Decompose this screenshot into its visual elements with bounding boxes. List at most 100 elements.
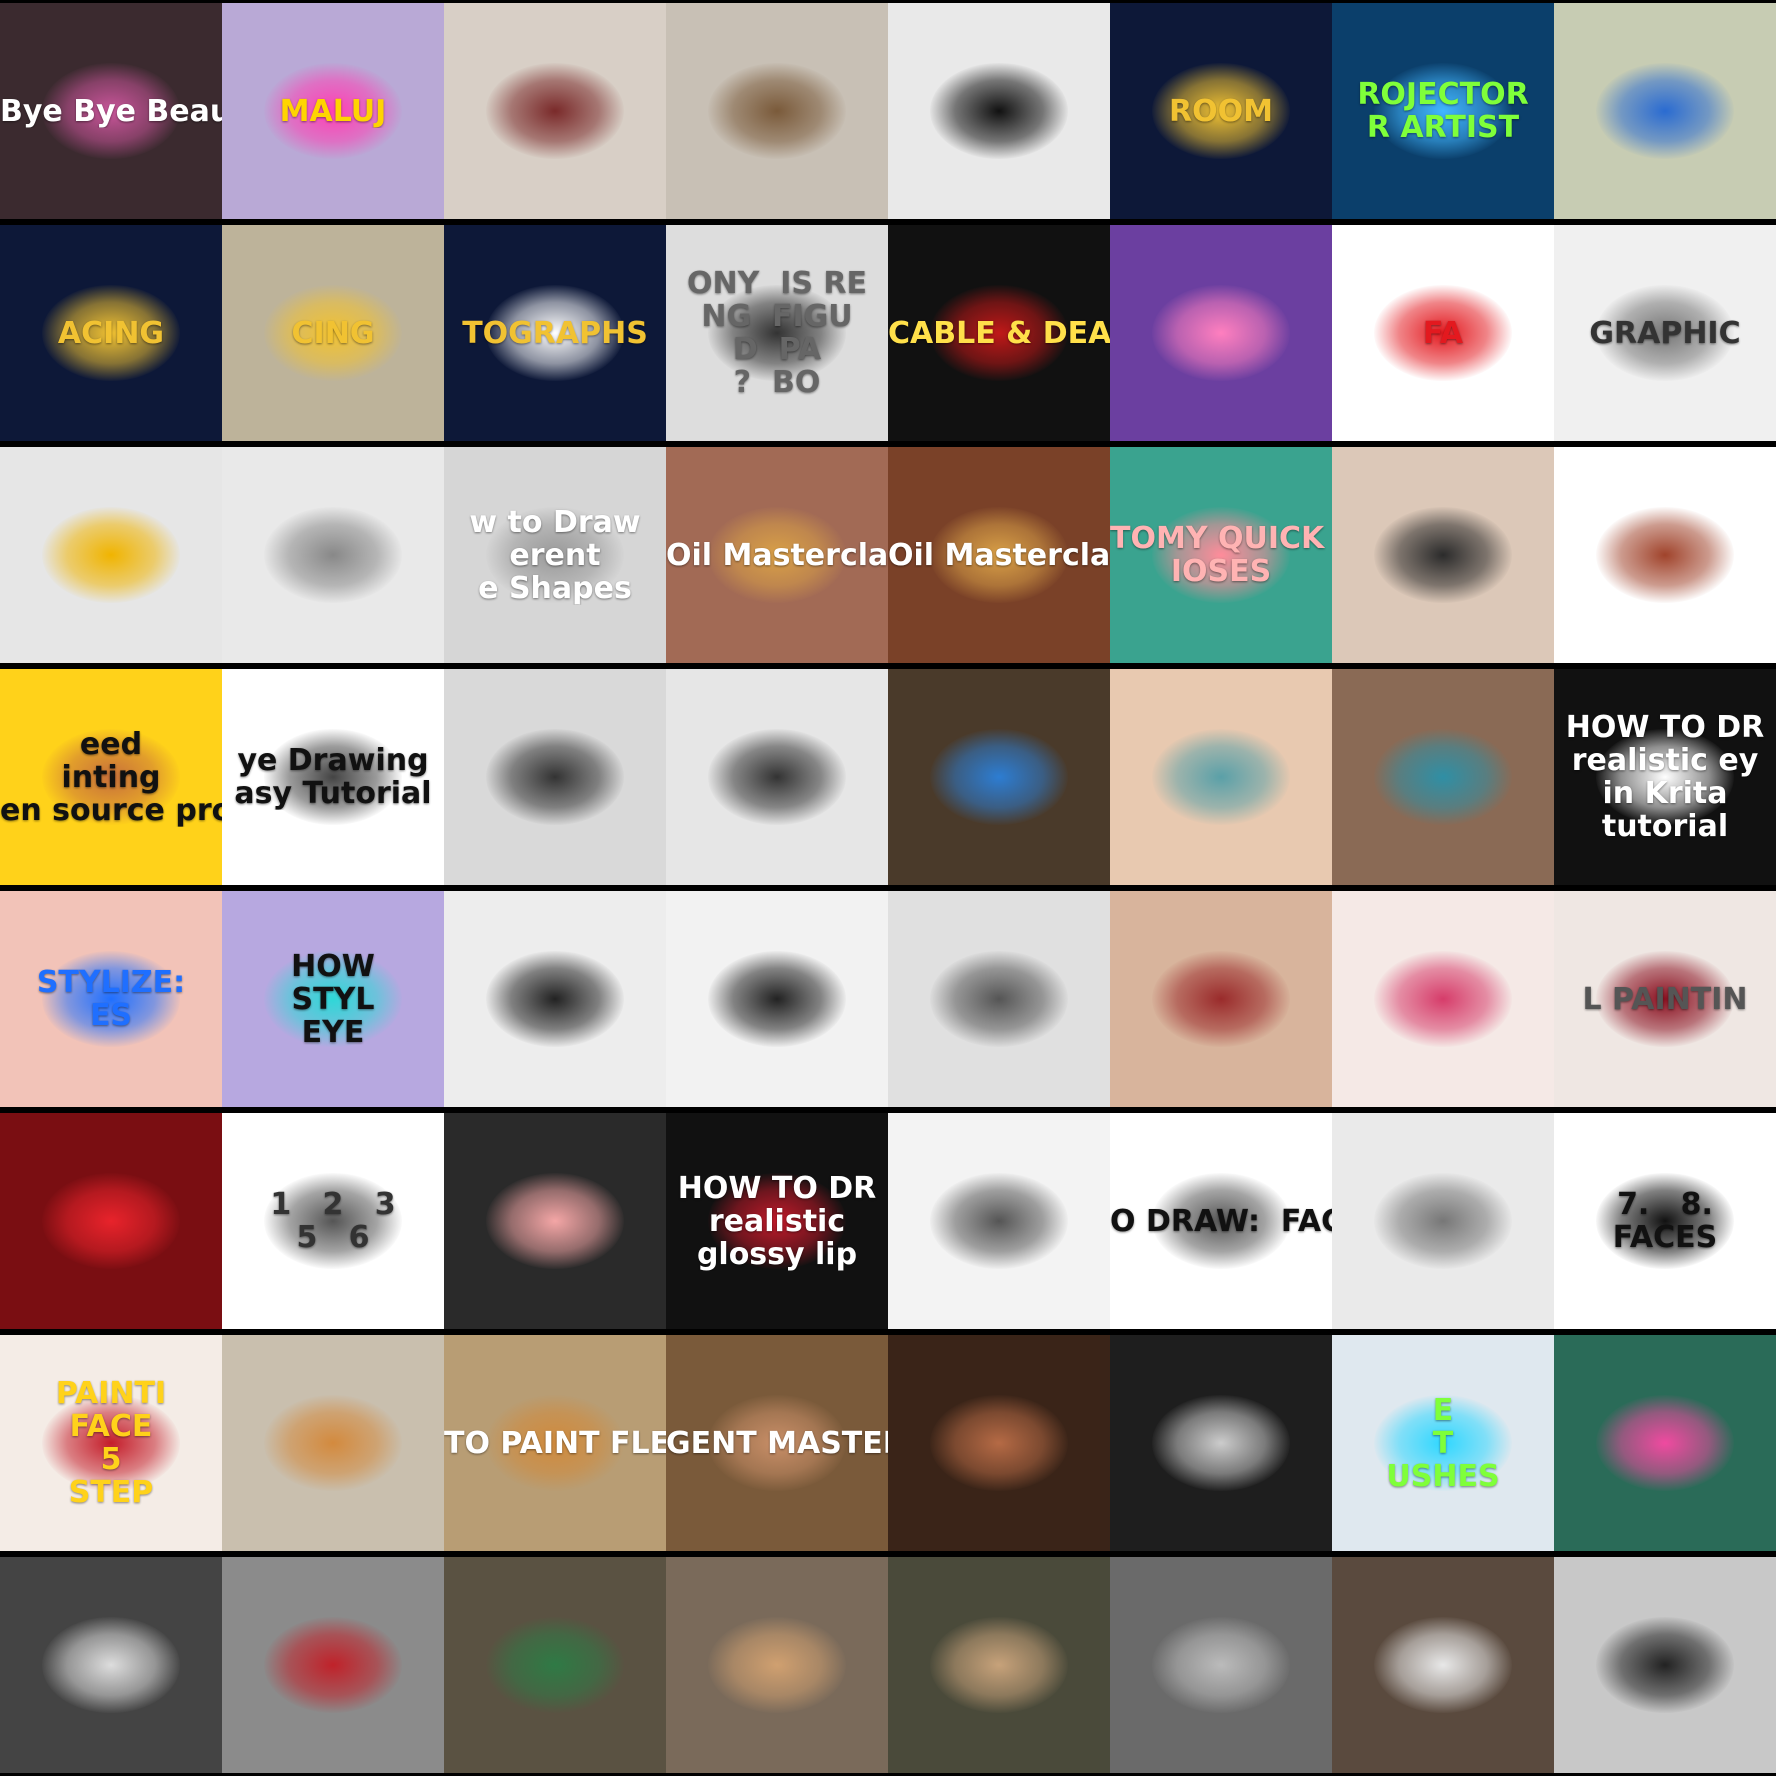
thumbnail-tile[interactable] [444,1557,666,1773]
thumbnail-tile[interactable]: STYLIZE: ES [0,891,222,1107]
thumbnail-tile[interactable] [222,447,444,663]
thumbnail-tile[interactable] [666,669,888,885]
thumbnail-tile[interactable] [888,1557,1110,1773]
thumbnail-tile[interactable]: E T USHES [1332,1335,1554,1551]
thumbnail-tile[interactable] [1110,1335,1332,1551]
thumbnail-caption: ROOM [1169,94,1273,128]
thumbnail-tile[interactable]: ye Drawing asy Tutorial [222,669,444,885]
thumbnail-tile[interactable] [444,1113,666,1329]
thumbnail-caption: CABLE & DEADPOOL [888,316,1110,350]
thumbnail-tile[interactable]: HOW TO DR realistic ey in Krita tutorial [1554,669,1776,885]
thumbnail-tile[interactable] [0,1557,222,1773]
thumbnail-tile[interactable]: O DRAW: FACE IN [1110,1113,1332,1329]
thumbnail-tile[interactable] [666,3,888,219]
thumbnail-caption: HOW TO DR realistic ey in Krita tutorial [1565,711,1765,843]
thumbnail-tile[interactable] [1110,669,1332,885]
thumbnail-caption: 1 2 3 5 6 [270,1188,396,1254]
thumbnail-tile[interactable] [0,447,222,663]
thumbnail-tile[interactable] [1554,3,1776,219]
thumbnail-tile[interactable] [888,1113,1110,1329]
thumbnail-tile[interactable] [0,1113,222,1329]
thumbnail-tile[interactable] [1110,1557,1332,1773]
street-icon [486,1616,624,1714]
thumbnail-tile[interactable] [444,669,666,885]
thumbnail-tile[interactable] [1332,891,1554,1107]
thumbnail-tile[interactable]: 7. 8. FACES [1554,1113,1776,1329]
thumbnail-tile[interactable]: TOMY QUICK TIPS: IOSES [1110,447,1332,663]
cartoon-icon [1152,284,1290,382]
thumbnail-tile[interactable] [444,3,666,219]
thumbnail-tile[interactable]: Oil Masterclass [888,447,1110,663]
thumbnail-caption: L PAINTIN [1582,982,1748,1016]
portrait-icon [1596,1616,1734,1714]
thumbnail-tile[interactable]: FA [1332,225,1554,441]
thumbnail-caption: ye Drawing asy Tutorial [234,744,432,810]
thumbnail-tile[interactable] [888,1335,1110,1551]
thumbnail-caption: 7. 8. FACES [1612,1188,1718,1254]
thumbnail-tile[interactable]: GRAPHIC [1554,225,1776,441]
face-icon [930,1394,1068,1492]
thumbnail-tile[interactable]: ACING [0,225,222,441]
thumbnail-tile[interactable]: HOW STYL EYE [222,891,444,1107]
thumbnail-tile[interactable]: MALUJ [222,3,444,219]
thumbnail-caption: TOGRAPHS [462,316,648,350]
thumbnail-tile[interactable]: L PAINTIN [1554,891,1776,1107]
street-icon [264,1616,402,1714]
thumbnail-tile[interactable]: Bye Bye Beauté [0,3,222,219]
thumbnail-caption: MALUJ [279,94,387,128]
face-icon [1152,1394,1290,1492]
thumbnail-tile[interactable] [1110,891,1332,1107]
thumbnail-caption: ROJECTOR R ARTIST [1357,78,1529,144]
thumbnail-tile[interactable] [1554,1335,1776,1551]
thumbnail-tile[interactable]: ROJECTOR R ARTIST [1332,3,1554,219]
lips-icon [708,950,846,1048]
thumbnail-tile[interactable] [888,669,1110,885]
thumbnail-caption: eed inting en source program [0,727,222,827]
thumbnail-tile[interactable] [666,891,888,1107]
face-icon [930,1172,1068,1270]
thumbnail-tile[interactable]: TOGRAPHS [444,225,666,441]
thumbnail-tile[interactable] [1110,225,1332,441]
thumbnail-tile[interactable]: HOW TO DR realistic glossy lip [666,1113,888,1329]
thumbnail-caption: ACING [57,316,165,350]
thumbnail-tile[interactable] [1332,447,1554,663]
thumbnail-caption: PAINTI FACE 5 STEP [55,1377,167,1509]
thumbnail-tile[interactable]: ROOM [1110,3,1332,219]
thumbnail-tile[interactable]: Oil Masterclass [666,447,888,663]
thumbnail-tile[interactable] [1332,1113,1554,1329]
thumbnail-tile[interactable]: PAINTI FACE 5 STEP [0,1335,222,1551]
thumbnail-tile[interactable]: eed inting en source program [0,669,222,885]
lips-icon [486,950,624,1048]
thumbnail-tile[interactable] [1554,1557,1776,1773]
lips-icon [42,1172,180,1270]
thumbnail-tile[interactable]: CING [222,225,444,441]
eye-icon [930,728,1068,826]
eye-icon [1374,728,1512,826]
thumbnail-tile[interactable]: ONY IS RE NG FIGU D PA ? BO [666,225,888,441]
thumbnail-tile[interactable]: w to Draw erent e Shapes [444,447,666,663]
thumbnail-tile[interactable] [444,891,666,1107]
thumbnail-caption: w to Draw erent e Shapes [469,505,641,605]
thumbnail-tile[interactable]: TO PAINT FLESH CO [444,1335,666,1551]
eye-icon [1152,728,1290,826]
thumbnail-tile[interactable] [222,1557,444,1773]
nose-icon [1596,506,1734,604]
thumbnail-tile[interactable] [666,1557,888,1773]
thumbnail-tile[interactable] [888,3,1110,219]
nose-icon [1374,506,1512,604]
thumbnail-tile[interactable] [1332,1557,1554,1773]
thumbnail-tile[interactable]: CABLE & DEADPOOL [888,225,1110,441]
thumbnail-tile[interactable] [1332,669,1554,885]
thumbnail-caption: HOW TO DR realistic glossy lip [677,1171,877,1271]
thumbnail-tile[interactable]: 1 2 3 5 6 [222,1113,444,1329]
eye-icon [486,728,624,826]
thumbnail-caption: Oil Masterclass [666,538,888,572]
thumbnail-tile[interactable] [888,891,1110,1107]
thumbnail-caption: STYLIZE: ES [36,966,186,1032]
nose-icon [42,506,180,604]
thumbnail-tile[interactable] [222,1335,444,1551]
thumbnail-tile[interactable]: GENT MASTER C [666,1335,888,1551]
thumbnail-tile[interactable] [1554,447,1776,663]
person-icon [1374,1616,1512,1714]
thumbnail-caption: GENT MASTER C [666,1426,888,1460]
